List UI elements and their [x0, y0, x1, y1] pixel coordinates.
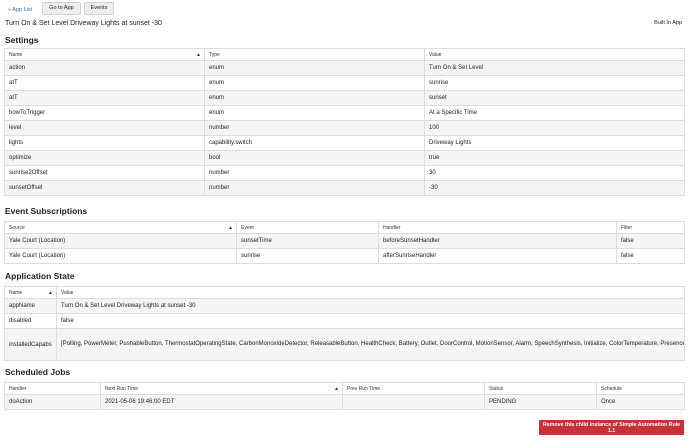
setting-value: Turn On & Set Level: [424, 60, 685, 76]
setting-value: 100: [424, 120, 685, 136]
setting-value: -30: [424, 180, 685, 196]
subscription-row: Yale Court (Location) sunsetTime beforeSun…: [4, 233, 685, 249]
top-bar: « App List Go to App Events: [0, 0, 690, 16]
settings-row: optimize bool true: [4, 150, 685, 166]
state-name: disabled: [4, 313, 57, 329]
scheduled-jobs-section-title: Scheduled Jobs: [5, 367, 71, 377]
setting-name: action: [4, 60, 205, 76]
setting-device-link[interactable]: Driveway Lights: [424, 135, 685, 151]
settings-row: action enum Turn On & Set Level: [4, 60, 685, 76]
settings-row: atT enum sunset: [4, 90, 685, 106]
jobs-header-status[interactable]: Status: [484, 382, 597, 395]
setting-name: atT: [4, 75, 205, 91]
job-next-run: 2021-05-06 19:46:00 EDT: [100, 394, 343, 410]
jobs-header-next-run[interactable]: Next Run Time ▲: [100, 382, 343, 395]
subs-header-filter[interactable]: Filter: [616, 221, 685, 234]
jobs-header-handler[interactable]: Handler: [4, 382, 101, 395]
subs-header-handler[interactable]: Handler: [378, 221, 617, 234]
event-subscriptions-table: Source ▲ Event Handler Filter Yale Court …: [4, 221, 685, 264]
subs-header-event[interactable]: Event: [236, 221, 379, 234]
settings-row: howToTrigger enum At a Specific Time: [4, 105, 685, 121]
setting-name: level: [4, 120, 205, 136]
setting-type: number: [204, 180, 425, 196]
settings-row: level number 100: [4, 120, 685, 136]
setting-type: capability.switch: [204, 135, 425, 151]
settings-section-title: Settings: [5, 35, 39, 45]
page-title: Turn On & Set Level Driveway Lights at s…: [5, 20, 162, 27]
setting-type: enum: [204, 60, 425, 76]
settings-table: Name ▲ Type Value action enum Turn On & Set…: [4, 48, 685, 196]
setting-name: howToTrigger: [4, 105, 205, 121]
setting-type: number: [204, 165, 425, 181]
state-value: Turn On & Set Level Driveway Lights at s…: [56, 298, 685, 314]
setting-value: true: [424, 150, 685, 166]
subscription-event: sunsetTime: [236, 233, 379, 249]
state-value: false: [56, 313, 685, 329]
settings-header-type[interactable]: Type: [204, 48, 425, 61]
setting-name: atT: [4, 90, 205, 106]
sort-ascending-icon: ▲: [228, 225, 233, 231]
scheduled-jobs-table: Handler Next Run Time ▲ Prev Run Time Sta…: [4, 382, 685, 410]
state-name: appName: [4, 298, 57, 314]
setting-type: number: [204, 120, 425, 136]
subscription-source-link[interactable]: Yale Court (Location): [4, 233, 237, 249]
setting-value: sunset: [424, 90, 685, 106]
remove-child-instance-button[interactable]: Remove this child instance of Simple Aut…: [539, 420, 684, 435]
state-header-name[interactable]: Name ▲: [4, 286, 57, 299]
state-value: [Polling, PowerMeter, PushableButton, Th…: [56, 328, 685, 361]
built-in-app-label: Built In App: [654, 20, 682, 26]
subscription-row: Yale Court (Location) sunrise afterSunrise…: [4, 248, 685, 264]
settings-row: lights capability.switch Driveway Lights: [4, 135, 685, 151]
application-state-table: Name ▲ Value appName Turn On & Set Level D…: [4, 286, 685, 361]
subs-header-source[interactable]: Source ▲: [4, 221, 237, 234]
subscription-handler: beforeSunsetHandler: [378, 233, 617, 249]
subscription-event: sunrise: [236, 248, 379, 264]
job-row: doAction 2021-05-06 19:46:00 EDT PENDING On…: [4, 394, 685, 410]
state-row: installedCapabs [Polling, PowerMeter, Pus…: [4, 328, 685, 361]
event-subscriptions-section-title: Event Subscriptions: [5, 206, 88, 216]
state-name: installedCapabs: [4, 328, 57, 361]
state-row: appName Turn On & Set Level Driveway Ligh…: [4, 298, 685, 314]
subscription-handler: afterSunriseHandler: [378, 248, 617, 264]
setting-type: enum: [204, 105, 425, 121]
job-schedule: Once: [596, 394, 685, 410]
job-handler: doAction: [4, 394, 101, 410]
jobs-header-prev-run[interactable]: Prev Run Time: [342, 382, 485, 395]
state-row: disabled false: [4, 313, 685, 329]
setting-type: enum: [204, 75, 425, 91]
setting-value: At a Specific Time: [424, 105, 685, 121]
settings-row: atT enum sunrise: [4, 75, 685, 91]
sort-ascending-icon: ▲: [48, 290, 53, 296]
subscription-source-link[interactable]: Yale Court (Location): [4, 248, 237, 264]
settings-header-value[interactable]: Value: [424, 48, 685, 61]
app-list-link[interactable]: « App List: [8, 7, 32, 13]
sort-ascending-icon: ▲: [196, 52, 201, 58]
settings-row: sunsetOffset number -30: [4, 180, 685, 196]
setting-name: sunsetOffset: [4, 180, 205, 196]
setting-type: enum: [204, 90, 425, 106]
jobs-header-schedule[interactable]: Schedule: [596, 382, 685, 395]
settings-header-name[interactable]: Name ▲: [4, 48, 205, 61]
events-button[interactable]: Events: [83, 1, 115, 15]
setting-name: lights: [4, 135, 205, 151]
subscription-filter: false: [616, 248, 685, 264]
job-status: PENDING: [484, 394, 597, 410]
sort-ascending-icon: ▲: [334, 386, 339, 392]
setting-name: sunrise2Offset: [4, 165, 205, 181]
settings-row: sunrise2Offset number 30: [4, 165, 685, 181]
setting-name: optimize: [4, 150, 205, 166]
subscription-filter: false: [616, 233, 685, 249]
job-prev-run: [342, 394, 485, 410]
setting-type: bool: [204, 150, 425, 166]
go-to-app-button[interactable]: Go to App: [42, 1, 81, 15]
state-header-value[interactable]: Value: [56, 286, 685, 299]
setting-value: 30: [424, 165, 685, 181]
setting-value: sunrise: [424, 75, 685, 91]
application-state-section-title: Application State: [5, 271, 75, 281]
